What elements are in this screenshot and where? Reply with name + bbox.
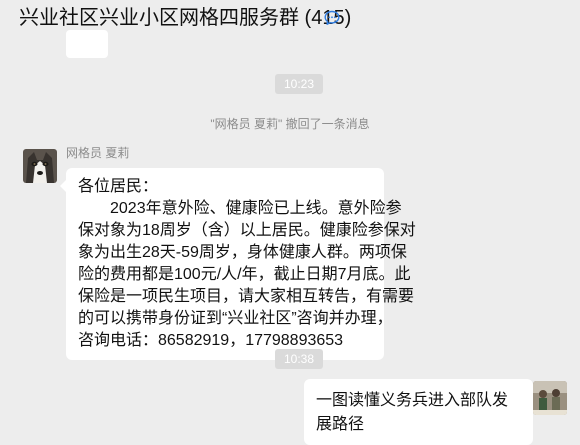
- message-line: 象为出生28天-59周岁，身体健康人群。两项保: [78, 244, 407, 261]
- dog-avatar-image: [23, 149, 57, 183]
- sender-avatar[interactable]: [23, 149, 57, 183]
- link-message-title: 一图读懂义务兵进入部队发展路径: [316, 392, 509, 433]
- timestamp-pill: 10:38: [275, 349, 324, 369]
- message-bubble[interactable]: 各位居民： 2023年意外险、健康险已上线。意外险参 保对象为18周岁（含）以上…: [60, 168, 416, 360]
- message-line: 的可以携带身份证到“兴业社区”咨询并办理，: [78, 310, 393, 327]
- message-line: 2023年意外险、健康险已上线。意外险参: [78, 200, 402, 217]
- recall-notice: "网格员 夏莉" 撤回了一条消息: [210, 117, 370, 131]
- link-message-bubble[interactable]: 一图读懂义务兵进入部队发展路径: [304, 379, 539, 445]
- bubble-tail: [60, 180, 66, 192]
- message-line: 咨询电话：86582919，17798893653: [78, 332, 344, 349]
- timestamp-pill: 10:23: [275, 74, 324, 94]
- message-line: 保险是一项民生项目，请大家相互转告，有需要: [78, 288, 415, 305]
- previous-message-bubble[interactable]: [66, 30, 108, 58]
- people-photo-avatar: [533, 381, 567, 415]
- group-title[interactable]: 兴业社区兴业小区网格四服务群 (415): [19, 6, 351, 30]
- message-line: 保对象为18周岁（含）以上居民。健康险参保对: [78, 222, 416, 239]
- message-line: 各位居民：: [78, 178, 159, 195]
- chat-bubble-icon: [324, 10, 340, 25]
- sender-name: 网格员 夏莉: [66, 146, 130, 160]
- self-avatar[interactable]: [533, 381, 567, 415]
- message-line: 险的费用都是100元/人/年，截止日期7月底。此: [78, 266, 411, 283]
